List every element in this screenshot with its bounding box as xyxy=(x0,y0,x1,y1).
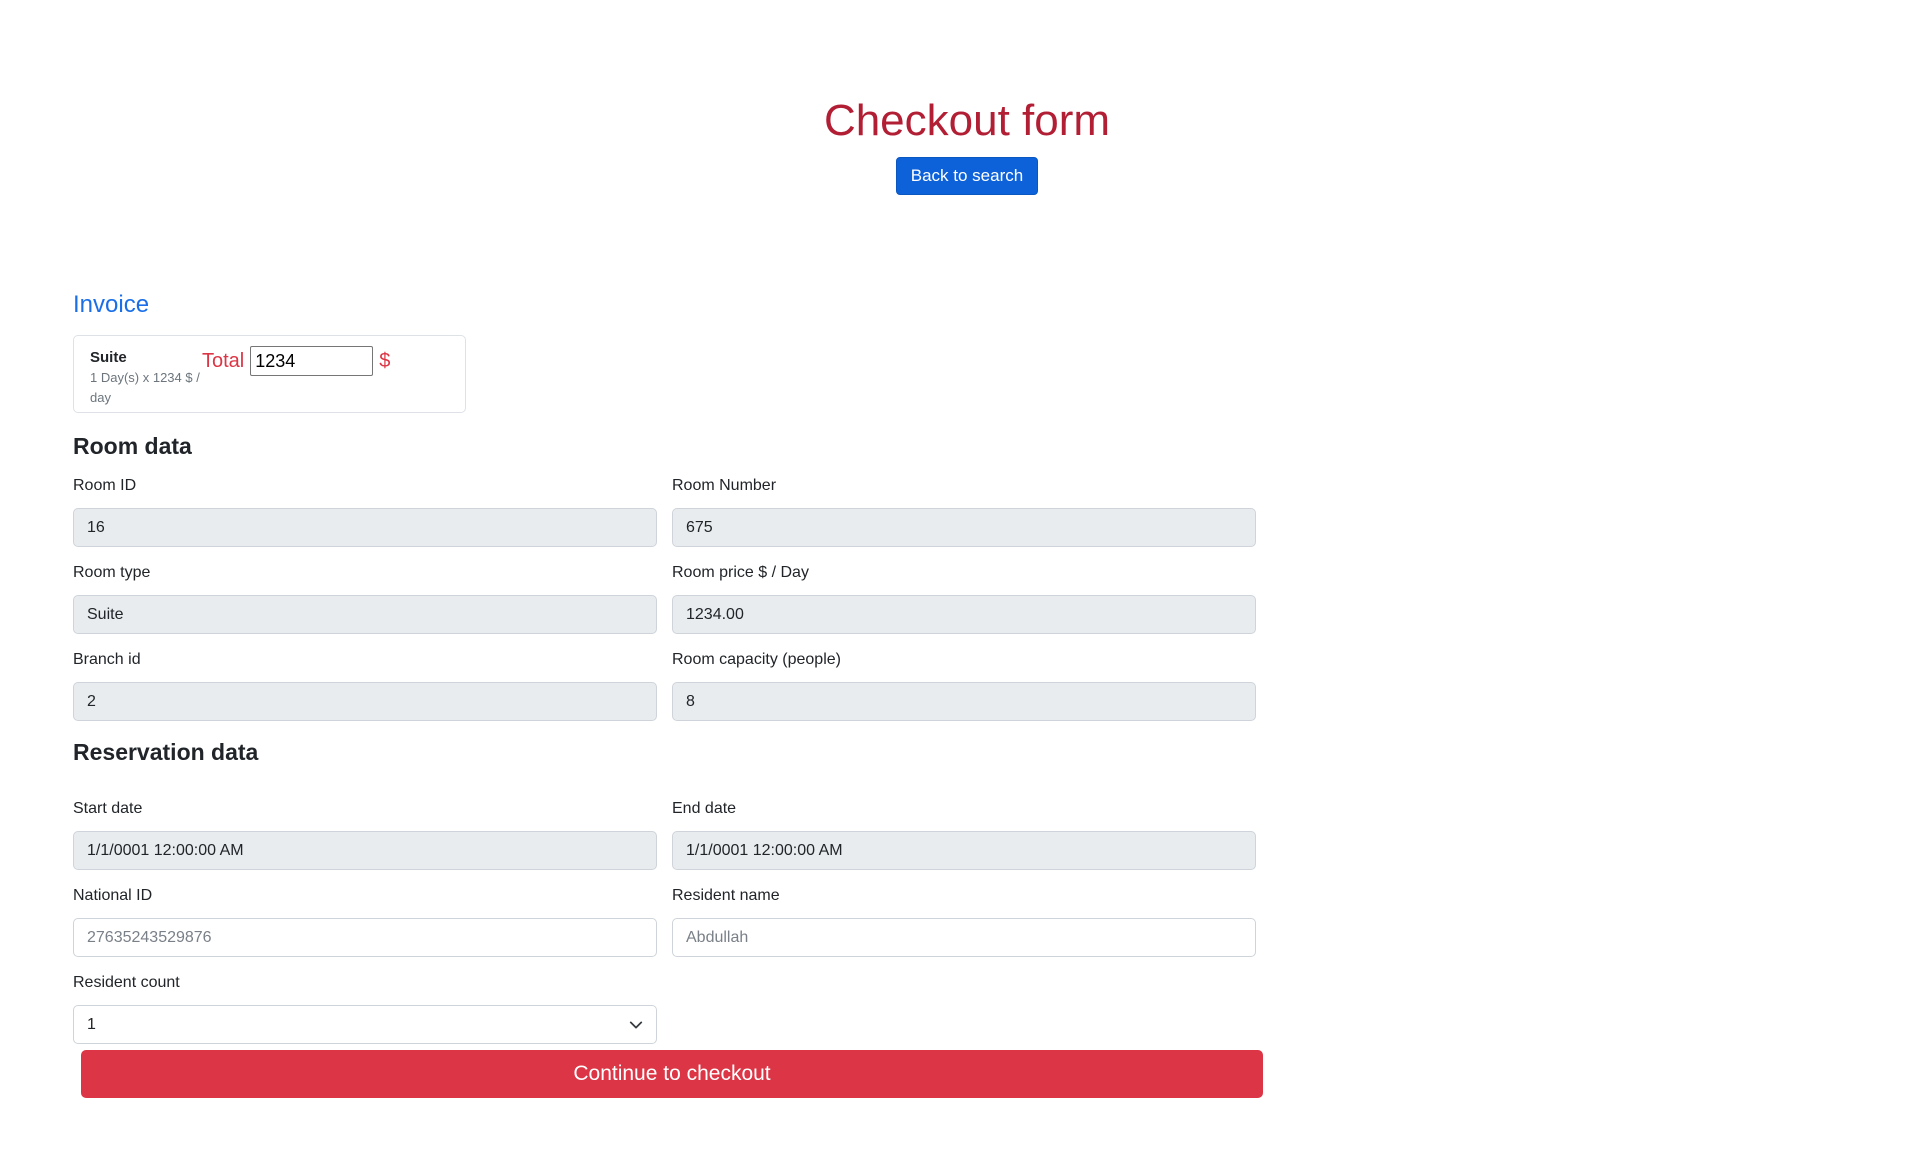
invoice-item-name: Suite xyxy=(90,349,127,366)
page-title: Checkout form xyxy=(823,96,1111,145)
invoice-item-description: 1 Day(s) x 1234 $ / day xyxy=(90,370,200,405)
resident-count-value: 1 xyxy=(87,1015,96,1033)
reservation-data-heading: Reservation data xyxy=(73,739,259,765)
invoice-title: Invoice xyxy=(73,291,150,318)
invoice-item: Suite 1 Day(s) x 1234 $ / day xyxy=(90,346,202,408)
resident-count-label: Resident count xyxy=(73,974,180,991)
end-date-field: End date 1/1/0001 12:00:00 AM xyxy=(672,799,1256,870)
room-type-label: Room type xyxy=(73,564,151,581)
resident-count-select[interactable]: 1 xyxy=(73,1005,657,1044)
end-date-input: 1/1/0001 12:00:00 AM xyxy=(672,831,1256,870)
room-id-input: 16 xyxy=(73,508,657,547)
total-label: Total xyxy=(202,349,245,372)
total-currency: $ xyxy=(379,349,391,372)
resident-name-field: Resident name xyxy=(672,886,1256,957)
room-id-label: Room ID xyxy=(73,477,137,494)
national-id-label: National ID xyxy=(73,887,153,904)
national-id-field: National ID xyxy=(73,886,657,957)
room-price-input: 1234.00 xyxy=(672,595,1256,634)
continue-to-checkout-button[interactable]: Continue to checkout xyxy=(81,1050,1263,1098)
chevron-down-icon xyxy=(629,1021,643,1028)
room-price-field: Room price $ / Day 1234.00 xyxy=(672,563,1256,634)
national-id-input[interactable] xyxy=(73,918,657,957)
invoice-card: Suite 1 Day(s) x 1234 $ / day Total $ xyxy=(73,335,466,413)
total-input[interactable] xyxy=(250,346,374,376)
room-data-heading: Room data xyxy=(73,433,192,459)
start-date-label: Start date xyxy=(73,800,143,817)
resident-count-field: Resident count 1 xyxy=(73,973,657,1044)
room-capacity-field: Room capacity (people) 8 xyxy=(672,650,1256,721)
room-price-label: Room price $ / Day xyxy=(672,564,809,581)
branch-id-field: Branch id 2 xyxy=(73,650,657,721)
room-id-field: Room ID 16 xyxy=(73,476,657,547)
start-date-input: 1/1/0001 12:00:00 AM xyxy=(73,831,657,870)
room-number-input: 675 xyxy=(672,508,1256,547)
resident-name-label: Resident name xyxy=(672,887,780,904)
start-date-field: Start date 1/1/0001 12:00:00 AM xyxy=(73,799,657,870)
branch-id-input: 2 xyxy=(73,682,657,721)
room-capacity-input: 8 xyxy=(672,682,1256,721)
branch-id-label: Branch id xyxy=(73,651,141,668)
room-type-input: Suite xyxy=(73,595,657,634)
room-number-field: Room Number 675 xyxy=(672,476,1256,547)
back-to-search-button[interactable]: Back to search xyxy=(895,157,1039,195)
resident-name-input[interactable] xyxy=(672,918,1256,957)
end-date-label: End date xyxy=(672,800,737,817)
room-capacity-label: Room capacity (people) xyxy=(672,651,841,668)
page-header: Checkout form Back to search xyxy=(0,95,1920,195)
invoice-total: Total $ xyxy=(202,346,390,376)
room-type-field: Room type Suite xyxy=(73,563,657,634)
room-number-label: Room Number xyxy=(672,477,777,494)
